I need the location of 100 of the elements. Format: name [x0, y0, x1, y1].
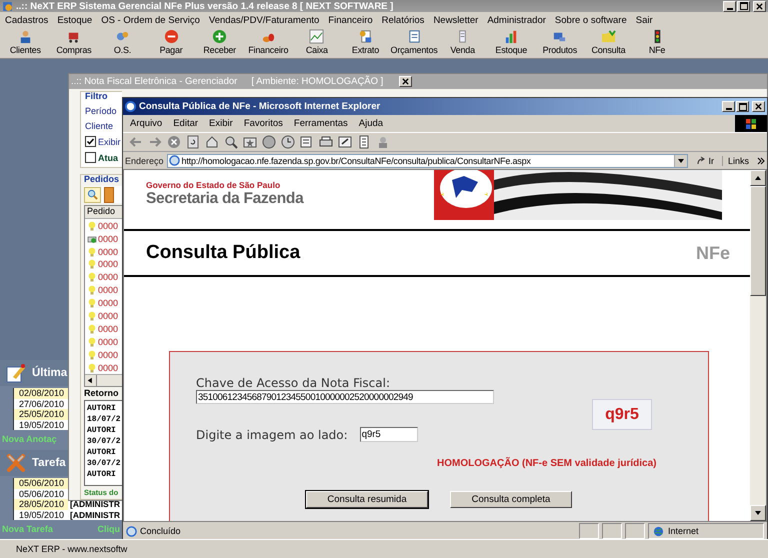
menu-item[interactable]: Newsletter: [433, 14, 478, 26]
order-number[interactable]: 0000: [98, 350, 118, 360]
menu-item[interactable]: Vendas/PDV/Faturamento: [208, 14, 320, 26]
toolbar-button[interactable]: Caixa: [292, 28, 342, 58]
order-number[interactable]: 0000: [98, 272, 118, 282]
page-icon: [168, 155, 180, 166]
query-button[interactable]: Consulta completa: [450, 491, 572, 508]
menu-item[interactable]: Ferramentas: [294, 118, 348, 129]
toolbar-button[interactable]: Consulta: [584, 28, 633, 58]
home-icon[interactable]: [205, 135, 219, 149]
history-icon[interactable]: [281, 135, 295, 149]
dropdown-button[interactable]: [674, 154, 688, 166]
menu-item[interactable]: Administrador: [487, 14, 546, 26]
toolbar-button[interactable]: Financeiro: [244, 28, 293, 58]
toolbar-button[interactable]: Orçamentos: [390, 28, 438, 58]
lightbulb-icon: [87, 285, 97, 296]
order-number[interactable]: 0000: [98, 310, 118, 321]
toolbar-button[interactable]: [104, 186, 114, 203]
order-number[interactable]: 0000: [98, 246, 118, 257]
menu-item[interactable]: Ajuda: [358, 118, 384, 129]
toolbar-button[interactable]: O.S.: [98, 28, 147, 58]
globe-icon[interactable]: [262, 135, 276, 149]
order-number[interactable]: 0000: [98, 220, 118, 231]
menu-item[interactable]: Exibir: [209, 118, 233, 129]
task-date[interactable]: 05/06/2010: [14, 478, 68, 488]
scroll-up-icon[interactable]: [754, 174, 762, 182]
toolbar-button[interactable]: Receber: [195, 28, 244, 58]
search-icon: [87, 189, 98, 200]
checkbox[interactable]: [85, 152, 96, 164]
close-button[interactable]: [399, 76, 412, 88]
search-button[interactable]: [84, 186, 101, 203]
search-icon[interactable]: [224, 135, 238, 149]
close-button[interactable]: [752, 101, 765, 112]
address-field[interactable]: http://homologacao.nfe.fazenda.sp.gov.br/ConsultaNFe/consulta/publica/ConsultarNFe.aspx: [166, 154, 688, 168]
printer-icon: [87, 234, 97, 244]
note-date[interactable]: 27/06/2010: [14, 398, 68, 409]
menu-item[interactable]: Sobre o software: [554, 14, 627, 26]
menu-item[interactable]: OS - Ordem de Serviço: [101, 14, 200, 26]
menu-item[interactable]: Estoque: [57, 14, 92, 26]
chevron-icon[interactable]: [757, 156, 765, 164]
notepad-icon: [406, 29, 422, 44]
order-number[interactable]: 0000: [98, 234, 118, 244]
go-button[interactable]: Ir: [691, 156, 719, 166]
order-number[interactable]: 0000: [98, 298, 118, 308]
menu-item[interactable]: Editar: [173, 118, 198, 129]
document-icon[interactable]: [357, 135, 371, 149]
order-number[interactable]: 0000: [98, 324, 118, 334]
toolbar-button[interactable]: Pagar: [146, 28, 196, 58]
secretariat-label: Secretaria da Fazenda: [146, 190, 304, 208]
toolbar-button[interactable]: Produtos: [536, 28, 584, 58]
lightbulb-icon: [87, 259, 97, 270]
stop-icon[interactable]: [167, 135, 181, 149]
toolbar-button[interactable]: Clientes: [1, 28, 50, 58]
dropdown-arrow-icon: [677, 156, 686, 164]
print-icon[interactable]: [319, 135, 333, 149]
lightbulb-icon: [87, 324, 97, 334]
order-number[interactable]: 0000: [98, 336, 118, 347]
note-date[interactable]: 25/05/2010: [14, 409, 68, 420]
return-line: AUTORI: [87, 425, 117, 436]
access-key-field[interactable]: 35100612345687901234550010000002520000002949: [196, 390, 494, 404]
toolbar-button[interactable]: Compras: [50, 28, 98, 58]
task-date[interactable]: 05/06/2010: [14, 488, 68, 499]
order-number[interactable]: 0000: [98, 285, 118, 296]
menu-item[interactable]: Sair: [636, 14, 653, 26]
restore-button[interactable]: [737, 0, 750, 12]
warning-text: HOMOLOGAÇÃO (NF-e SEM validade jurídica): [437, 458, 658, 469]
minimize-button[interactable]: [722, 101, 735, 112]
scroll-left-icon[interactable]: [85, 375, 97, 386]
checkbox[interactable]: [85, 136, 96, 148]
minimize-button[interactable]: [723, 0, 736, 12]
scroll-down-icon[interactable]: [754, 509, 762, 517]
links-button[interactable]: Links: [722, 156, 754, 166]
menu-item[interactable]: Relatórios: [382, 14, 424, 26]
task-date[interactable]: 28/05/2010: [14, 499, 68, 510]
note-date[interactable]: 02/08/2010: [14, 388, 68, 398]
note-date[interactable]: 19/05/2010: [14, 420, 68, 430]
scrollbar-thumb[interactable]: [750, 186, 766, 296]
lightbulb-icon: [87, 246, 97, 257]
order-number[interactable]: 0000: [98, 259, 118, 270]
zone-label: Internet: [668, 526, 699, 536]
toolbar-button[interactable]: Venda: [438, 28, 487, 58]
order-number[interactable]: 0000: [98, 362, 118, 373]
group-title: Filtro: [85, 91, 108, 102]
captcha-field[interactable]: q9r5: [360, 427, 418, 442]
toolbar-button[interactable]: NFe: [632, 28, 682, 58]
menu-item[interactable]: Cadastros: [5, 14, 48, 26]
plus-circle-icon: [212, 29, 228, 44]
task-date[interactable]: 19/05/2010: [14, 510, 68, 520]
menu-item[interactable]: Favoritos: [244, 118, 283, 129]
vertical-scrollbar[interactable]: [750, 170, 766, 521]
maximize-button[interactable]: [736, 101, 749, 112]
query-button[interactable]: Consulta resumida: [306, 491, 428, 508]
menu-item[interactable]: Financeiro: [328, 14, 373, 26]
edit-icon[interactable]: [338, 135, 352, 149]
toolbar-button[interactable]: Estoque: [486, 28, 536, 58]
menu-item[interactable]: Arquivo: [130, 118, 162, 129]
minimize-icon: [726, 108, 732, 110]
refresh-icon[interactable]: [186, 135, 200, 149]
toolbar-button[interactable]: Extrato: [341, 28, 390, 58]
close-button[interactable]: [753, 0, 766, 12]
